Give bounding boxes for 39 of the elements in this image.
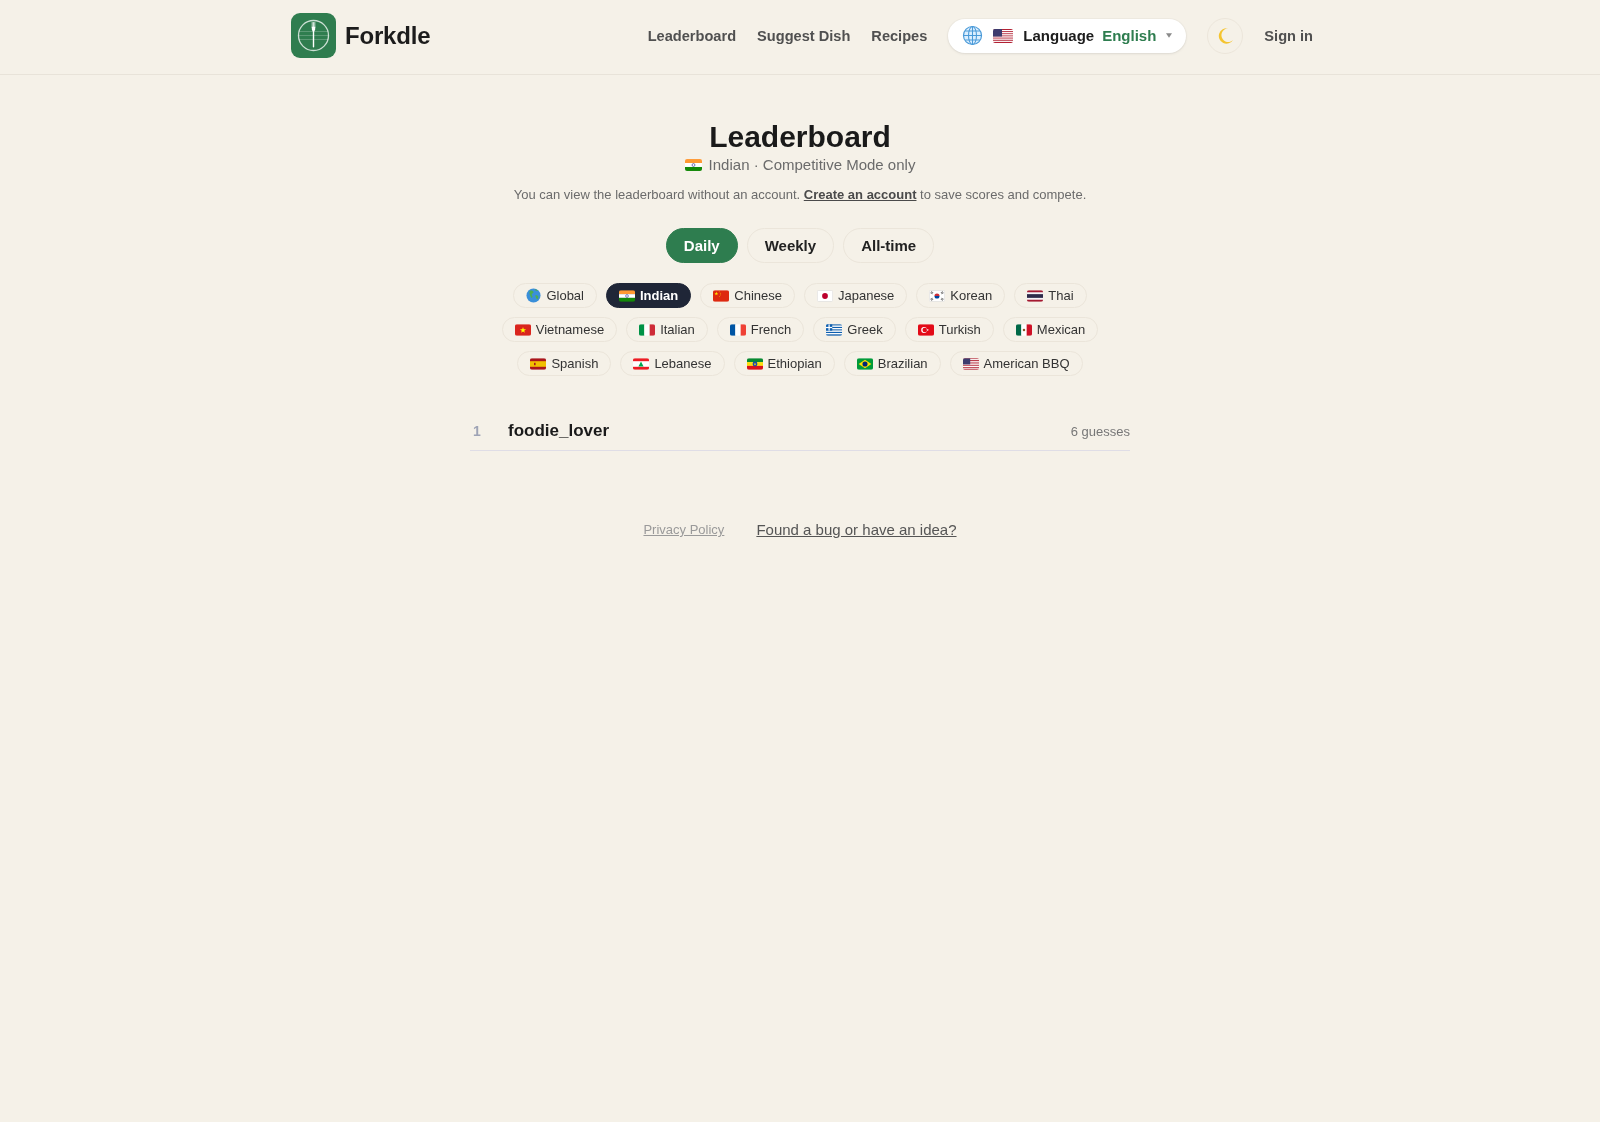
italy-flag-icon bbox=[639, 323, 656, 336]
feedback-link[interactable]: Found a bug or have an idea? bbox=[756, 520, 957, 540]
nav-link[interactable]: Leaderboard bbox=[647, 27, 737, 44]
brazil-flag-icon bbox=[856, 357, 873, 370]
turkey-flag-icon bbox=[917, 323, 934, 336]
vietnam-flag-icon bbox=[514, 323, 531, 336]
india-flag-icon bbox=[684, 159, 702, 171]
rank-number: 1 bbox=[473, 423, 482, 439]
nav-link[interactable]: Recipes bbox=[871, 27, 928, 44]
brand-name[interactable]: Forkdle bbox=[345, 21, 431, 50]
france-flag-icon bbox=[729, 323, 746, 336]
mexico-flag-icon bbox=[1015, 323, 1032, 336]
south-korea-flag-icon bbox=[929, 289, 946, 302]
us-flag-icon bbox=[962, 357, 979, 370]
guess-count: 6 guesses bbox=[1070, 423, 1130, 439]
china-flag-icon bbox=[713, 289, 730, 302]
globe-icon bbox=[962, 25, 984, 46]
greece-flag-icon bbox=[826, 323, 843, 336]
player-name: foodie_lover bbox=[508, 421, 610, 441]
us-flag-icon bbox=[993, 28, 1014, 43]
page-title: Leaderboard bbox=[709, 119, 891, 155]
period-tab[interactable]: Daily bbox=[665, 228, 738, 263]
create-account-link[interactable]: Create an account bbox=[803, 187, 917, 202]
globe-icon bbox=[526, 288, 542, 303]
thailand-flag-icon bbox=[1027, 289, 1044, 302]
sign-in-link[interactable]: Sign in bbox=[1264, 27, 1313, 44]
india-flag-icon bbox=[619, 289, 635, 302]
nav-link[interactable]: Suggest Dish bbox=[757, 27, 851, 44]
japan-flag-icon bbox=[816, 289, 833, 302]
spain-flag-icon bbox=[530, 357, 547, 370]
account-notice: You can view the leaderboard without an account. Create an account to save scores and compete. bbox=[513, 186, 1087, 204]
lebanon-flag-icon bbox=[633, 357, 650, 370]
caret-icon bbox=[1166, 33, 1173, 38]
fork-logo-icon[interactable] bbox=[291, 13, 336, 58]
page-subtitle: Indian · Competitive Mode only bbox=[708, 155, 916, 175]
moon-icon bbox=[1216, 26, 1235, 45]
cuisine-chip[interactable]: Indian bbox=[606, 283, 692, 308]
language-selector[interactable]: Language English bbox=[948, 18, 1187, 53]
ethiopia-flag-icon bbox=[746, 357, 763, 370]
